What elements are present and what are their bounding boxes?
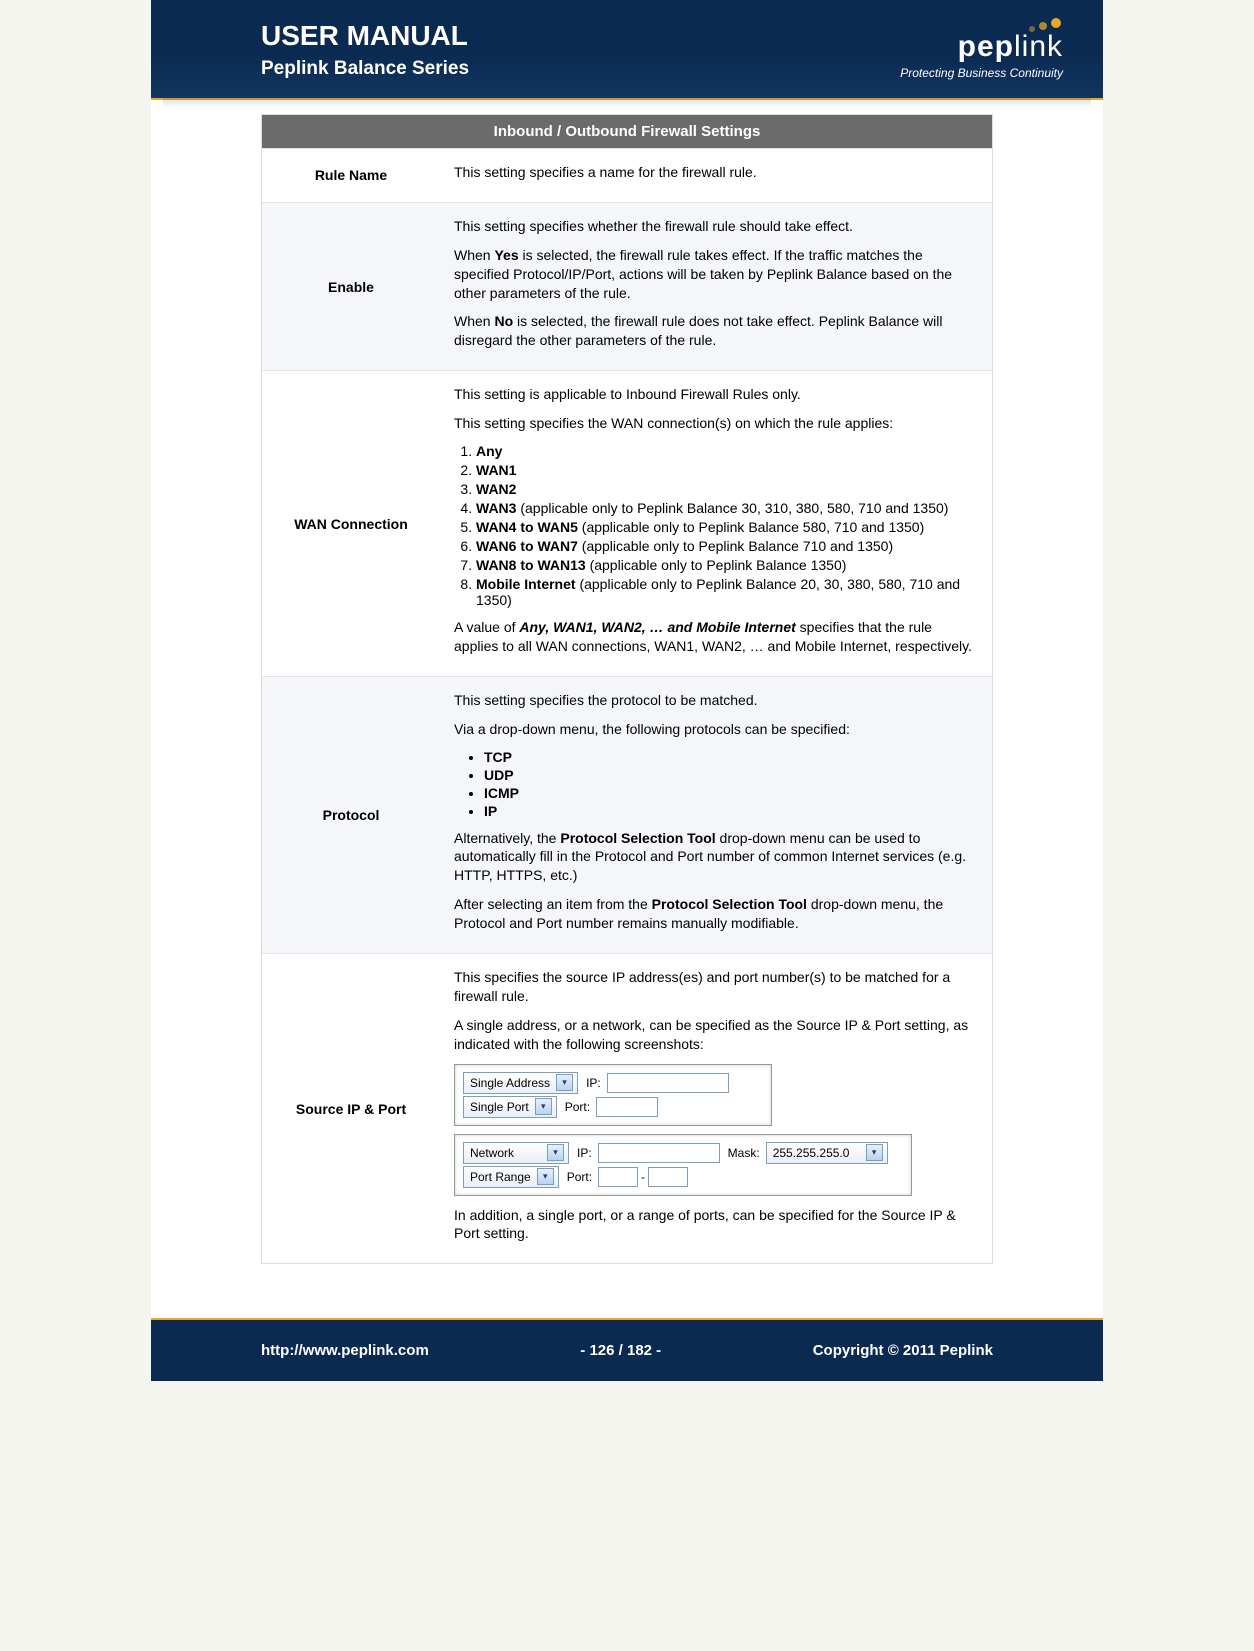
ip-label: IP: [586,1076,601,1090]
ip-label: IP: [577,1146,592,1160]
ip-input [607,1073,729,1093]
chevron-down-icon: ▾ [866,1144,883,1161]
page-footer: http://www.peplink.com - 126 / 182 - Cop… [151,1318,1103,1381]
wan-li1: Any [476,443,978,459]
ip-input [598,1143,720,1163]
protocol-li3: ICMP [484,785,978,801]
chevron-down-icon: ▾ [535,1098,552,1115]
source-p1: This specifies the source IP address(es)… [454,968,978,1006]
port-input [596,1097,658,1117]
protocol-p2: Via a drop-down menu, the following prot… [454,720,978,739]
table-heading: Inbound / Outbound Firewall Settings [262,115,993,149]
wan-li5: WAN4 to WAN5 (applicable only to Peplink… [476,519,978,535]
wan-li7: WAN8 to WAN13 (applicable only to Peplin… [476,557,978,573]
select-port-type: Port Range▾ [463,1166,559,1188]
logo-tagline: Protecting Business Continuity [900,66,1063,80]
wan-p1: This setting is applicable to Inbound Fi… [454,385,978,404]
footer-copyright: Copyright © 2011 Peplink [813,1342,993,1359]
mask-label: Mask: [728,1146,760,1160]
protocol-li2: UDP [484,767,978,783]
logo-text-suffix: link [1014,30,1063,63]
source-p2: A single address, or a network, can be s… [454,1016,978,1054]
select-mask: 255.255.255.0▾ [766,1142,888,1164]
protocol-p4: After selecting an item from the Protoco… [454,895,978,933]
doc-title: USER MANUAL [261,20,469,52]
enable-p1: This setting specifies whether the firew… [454,217,978,236]
wan-li8: Mobile Internet (applicable only to Pepl… [476,576,978,608]
chevron-down-icon: ▾ [537,1168,554,1185]
wan-li6: WAN6 to WAN7 (applicable only to Peplink… [476,538,978,554]
wan-li3: WAN2 [476,481,978,497]
row-label-wan: WAN Connection [262,371,441,677]
logo-dots-icon [900,20,1063,30]
chevron-down-icon: ▾ [547,1144,564,1161]
footer-page: - 126 / 182 - [580,1342,661,1359]
logo-text-prefix: pep [958,30,1014,63]
rule-name-desc: This setting specifies a name for the fi… [454,163,978,182]
select-address-type: Single Address▾ [463,1072,578,1094]
port-label: Port: [565,1100,590,1114]
wan-p3: A value of Any, WAN1, WAN2, … and Mobile… [454,618,978,656]
protocol-li1: TCP [484,749,978,765]
port-label: Port: [567,1170,592,1184]
port-from-input [598,1167,638,1187]
wan-li4: WAN3 (applicable only to Peplink Balance… [476,500,978,516]
enable-p2: When Yes is selected, the firewall rule … [454,246,978,303]
select-port-type: Single Port▾ [463,1096,557,1118]
wan-p2: This setting specifies the WAN connectio… [454,414,978,433]
footer-url: http://www.peplink.com [261,1342,429,1359]
select-address-type: Network▾ [463,1142,569,1164]
wan-li2: WAN1 [476,462,978,478]
screenshot-single: Single Address▾ IP: Single Port▾ Port: [454,1064,772,1126]
source-p3: In addition, a single port, or a range o… [454,1206,978,1244]
port-to-input [648,1167,688,1187]
protocol-li4: IP [484,803,978,819]
protocol-p1: This setting specifies the protocol to b… [454,691,978,710]
screenshot-network: Network▾ IP: Mask: 255.255.255.0▾ Port R… [454,1134,912,1196]
row-label-rule-name: Rule Name [262,149,441,203]
row-label-enable: Enable [262,202,441,370]
enable-p3: When No is selected, the firewall rule d… [454,312,978,350]
protocol-p3: Alternatively, the Protocol Selection To… [454,829,978,886]
brand-logo: peplink Protecting Business Continuity [900,20,1063,80]
page-header: USER MANUAL Peplink Balance Series pepli… [151,0,1103,100]
row-label-source: Source IP & Port [262,954,441,1264]
row-label-protocol: Protocol [262,676,441,953]
doc-subtitle: Peplink Balance Series [261,58,469,80]
range-dash: - [641,1170,645,1184]
chevron-down-icon: ▾ [556,1074,573,1091]
firewall-settings-table: Inbound / Outbound Firewall Settings Rul… [261,114,993,1264]
